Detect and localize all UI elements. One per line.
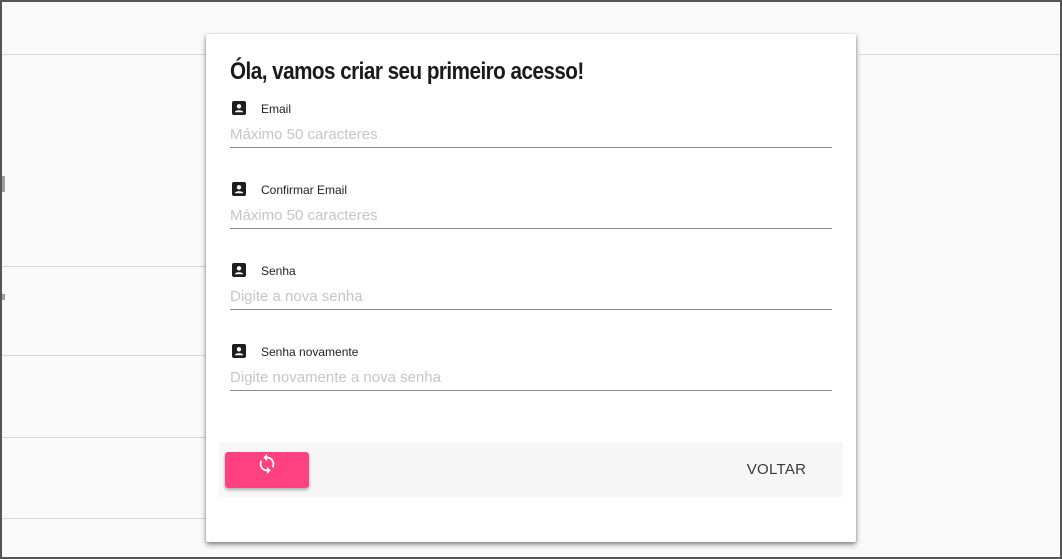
- email-label: Email: [261, 102, 292, 116]
- background-text-fragment: [2, 294, 5, 300]
- confirm-email-field: Confirmar Email: [230, 182, 832, 240]
- email-input[interactable]: [230, 121, 832, 148]
- confirm-password-field: Senha novamente: [230, 344, 832, 402]
- background-divider: [858, 54, 1060, 55]
- confirm-password-input[interactable]: [230, 364, 832, 391]
- confirm-password-label: Senha novamente: [261, 345, 359, 359]
- refresh-icon: [256, 453, 278, 475]
- account-box-icon: [232, 263, 246, 277]
- dialog-title: Óla, vamos criar seu primeiro acesso!: [230, 58, 584, 85]
- back-button[interactable]: VOLTAR: [734, 454, 819, 486]
- password-input[interactable]: [230, 283, 832, 310]
- confirm-email-input[interactable]: [230, 202, 832, 229]
- background-divider: [2, 518, 208, 519]
- background-divider: [2, 266, 208, 267]
- account-box-icon: [232, 182, 246, 196]
- email-field: Email: [230, 101, 832, 159]
- account-box-icon: [232, 101, 246, 115]
- password-label: Senha: [261, 264, 296, 278]
- refresh-button[interactable]: [225, 452, 309, 488]
- password-field: Senha: [230, 263, 832, 321]
- confirm-email-label: Confirmar Email: [261, 183, 348, 197]
- background-divider: [2, 355, 208, 356]
- background-divider: [2, 54, 208, 55]
- account-box-icon: [232, 344, 246, 358]
- first-access-dialog: Óla, vamos criar seu primeiro acesso! Em…: [206, 34, 856, 542]
- background-divider: [2, 437, 208, 438]
- background-text-fragment: [2, 176, 5, 192]
- dialog-actions: VOLTAR: [219, 442, 843, 497]
